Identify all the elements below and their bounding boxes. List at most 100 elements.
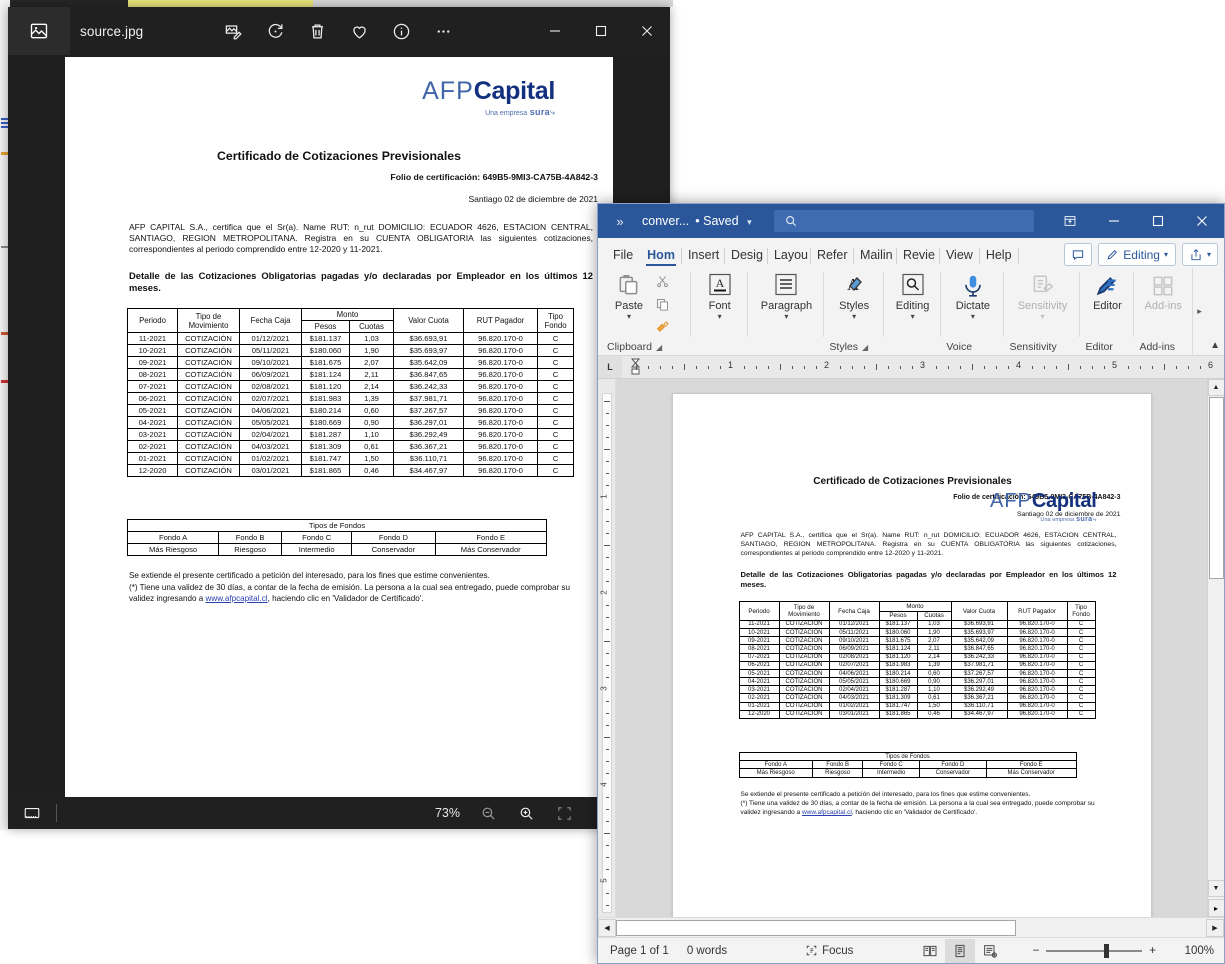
page-indicator[interactable]: Page 1 of 1 xyxy=(610,945,669,957)
paste-button[interactable]: Paste ▾ xyxy=(605,272,653,322)
info-icon[interactable] xyxy=(390,20,412,42)
zoom-out-icon[interactable] xyxy=(478,803,498,823)
editing-mode-button[interactable]: Editing ▾ xyxy=(1098,243,1176,266)
zoom-percent[interactable]: 100% xyxy=(1184,945,1224,957)
tab-hom[interactable]: Hom xyxy=(642,244,680,268)
cut-button[interactable] xyxy=(655,274,670,294)
vertical-scroll-thumb[interactable] xyxy=(1209,397,1224,579)
tab-stop-selector[interactable]: L xyxy=(598,356,622,378)
print-layout-icon[interactable] xyxy=(944,938,975,963)
horizontal-scroll-thumb[interactable] xyxy=(616,919,1016,936)
tab-insert[interactable]: Insert xyxy=(683,244,723,268)
filmstrip-icon[interactable] xyxy=(8,804,56,822)
dialog-launcher-icon[interactable]: ◢ xyxy=(656,340,662,355)
vertical-scrollbar[interactable]: ▲ ▼ ▸ xyxy=(1207,379,1224,917)
chevron-down-icon[interactable]: ▾ xyxy=(852,313,856,321)
word-maximize-button[interactable] xyxy=(1136,204,1180,238)
search-input[interactable] xyxy=(773,210,1034,232)
horizontal-scrollbar[interactable]: ◀ ▶ xyxy=(598,917,1224,937)
zoom-in-icon[interactable] xyxy=(516,803,536,823)
chevron-down-icon[interactable]: ▾ xyxy=(784,313,788,321)
horizontal-ruler-track[interactable]: 1 2 3 4 5 6 xyxy=(622,356,1224,378)
word-count[interactable]: 0 words xyxy=(687,945,727,957)
fit-to-window-icon[interactable] xyxy=(554,803,574,823)
scroll-down-button[interactable]: ▼ xyxy=(1207,880,1224,897)
chevron-down-icon[interactable]: ▾ xyxy=(971,313,975,321)
scroll-up-button[interactable]: ▲ xyxy=(1207,379,1224,396)
edit-image-icon[interactable] xyxy=(222,20,244,42)
format-painter-button[interactable] xyxy=(655,320,670,340)
chevron-down-icon[interactable]: ▾ xyxy=(1040,313,1044,321)
horizontal-scroll-track[interactable] xyxy=(616,918,1206,937)
background-strip-dark xyxy=(0,0,128,7)
footer-line-1: Se extiende el presente certificado a pe… xyxy=(129,571,490,581)
tab-help[interactable]: Help xyxy=(981,244,1017,268)
word-page[interactable]: AFPCapital Una empresa sura⤷ Certificado… xyxy=(671,393,1152,917)
favorite-icon[interactable] xyxy=(348,20,370,42)
ribbon-collapse-icon[interactable]: ▲ xyxy=(1206,268,1224,355)
copy-button[interactable] xyxy=(655,297,670,317)
delete-icon[interactable] xyxy=(306,20,328,42)
table-cell-0: 12-2020 xyxy=(127,464,178,478)
editor-button[interactable]: Editor xyxy=(1083,272,1131,313)
ribbon-scroll-right-icon[interactable]: ▸ xyxy=(1192,268,1207,355)
table-cell-0: 04-2021 xyxy=(738,677,780,687)
tab-layou[interactable]: Layou xyxy=(769,244,809,268)
editing-button[interactable]: Editing ▾ xyxy=(889,272,937,322)
sensitivity-button[interactable]: Sensitivity ▾ xyxy=(1007,272,1077,322)
photos-image-stage[interactable]: AFPCapital Una empresa sura⤷ Certificado… xyxy=(8,55,670,797)
tab-mailin[interactable]: Mailin xyxy=(855,244,895,268)
table-cell-4: 1,50 xyxy=(349,452,394,466)
chevron-down-icon[interactable]: ▾ xyxy=(911,313,915,321)
zoom-slider-track[interactable] xyxy=(1046,943,1143,958)
fondos-table[interactable]: Tipos de Fondos Fondo A Fondo B Fondo C Fon… xyxy=(738,752,1077,778)
zoom-slider-thumb[interactable] xyxy=(1104,943,1110,958)
styles-button[interactable]: A Styles ▾ xyxy=(830,272,878,322)
split-window-handle[interactable]: ▸ xyxy=(1207,899,1224,917)
chevron-down-icon[interactable]: ▾ xyxy=(627,313,631,321)
table-cell-6: 96.820.170-0 xyxy=(463,416,538,430)
tab-revie[interactable]: Revie xyxy=(898,244,938,268)
word-document-name[interactable]: conver... xyxy=(642,214,689,228)
font-button[interactable]: A Font ▾ xyxy=(696,272,744,322)
scroll-right-button[interactable]: ▶ xyxy=(1206,918,1224,937)
word-saved-status[interactable]: • Saved ▾ xyxy=(695,214,751,228)
table-cell-2: 09/10/2021 xyxy=(828,636,880,646)
scroll-left-button[interactable]: ◀ xyxy=(598,918,616,937)
read-mode-icon[interactable] xyxy=(915,939,945,963)
horizontal-ruler[interactable]: L 1 2 3 4 5 6 xyxy=(598,356,1224,379)
rotate-icon[interactable] xyxy=(264,20,286,42)
chevron-down-icon[interactable]: ▾ xyxy=(718,313,722,321)
addins-button[interactable]: Add-ins xyxy=(1139,272,1187,313)
document-canvas[interactable]: AFPCapital Una empresa sura⤷ Certificado… xyxy=(616,379,1207,917)
photos-close-button[interactable] xyxy=(624,7,670,55)
tab-file[interactable]: File xyxy=(604,244,642,268)
more-options-icon[interactable] xyxy=(432,20,454,42)
word-close-button[interactable] xyxy=(1180,204,1224,238)
chevron-down-icon[interactable]: ▾ xyxy=(747,217,752,227)
sensitivity-label: Sensitivity xyxy=(1017,300,1068,312)
ribbon-display-options-icon[interactable] xyxy=(1048,204,1092,238)
paragraph-button[interactable]: Paragraph ▾ xyxy=(751,272,821,322)
dictate-button[interactable]: Dictate ▾ xyxy=(949,272,997,322)
zoom-in-button[interactable]: + xyxy=(1149,945,1156,957)
word-window-controls xyxy=(1048,204,1224,238)
dialog-launcher-icon[interactable]: ◢ xyxy=(862,340,868,355)
logo-afp-text: AFP xyxy=(990,490,1032,512)
photos-maximize-button[interactable] xyxy=(578,7,624,55)
cotizaciones-table[interactable]: Periodo Tipo de Movimiento Fecha Caja Mo… xyxy=(738,601,1096,720)
tab-view[interactable]: View xyxy=(941,244,978,268)
comments-button[interactable] xyxy=(1064,243,1093,266)
photos-minimize-button[interactable] xyxy=(532,7,578,55)
tab-desig[interactable]: Desig xyxy=(726,244,766,268)
web-layout-icon[interactable] xyxy=(975,939,1005,963)
zoom-out-button[interactable]: − xyxy=(1033,945,1040,957)
quick-access-chevron[interactable]: » xyxy=(598,214,642,229)
word-minimize-button[interactable] xyxy=(1092,204,1136,238)
tab-refer[interactable]: Refer xyxy=(812,244,852,268)
afpcapital-link[interactable]: www.afpcapital.cl xyxy=(206,594,268,603)
share-button[interactable]: ▾ xyxy=(1181,243,1218,266)
afpcapital-link[interactable]: www.afpcapital.cl xyxy=(802,809,852,816)
table-cell-4: 0,46 xyxy=(349,464,394,478)
focus-button[interactable]: Focus xyxy=(805,944,853,957)
